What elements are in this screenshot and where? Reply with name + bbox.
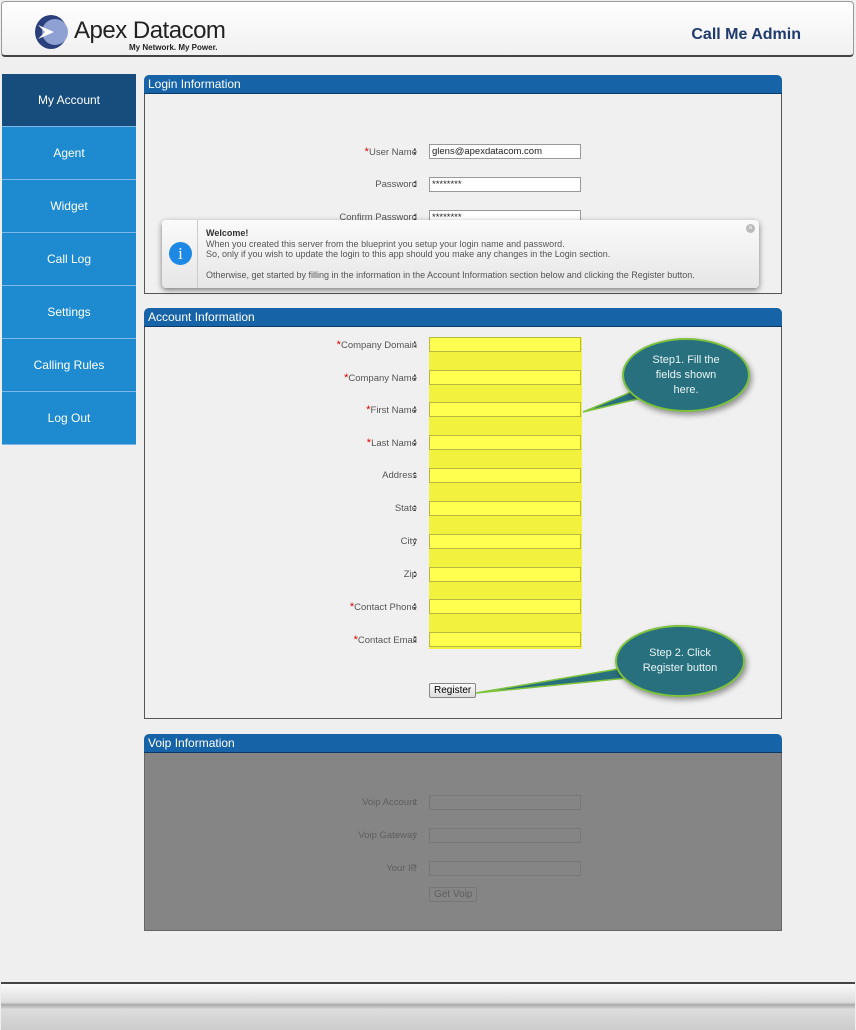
step1-callout: Step1. Fill the fields shown here. <box>622 338 750 412</box>
callout-tails <box>475 389 644 694</box>
step2-callout: Step 2. Click Register button <box>615 625 745 697</box>
footer <box>1 982 855 1030</box>
